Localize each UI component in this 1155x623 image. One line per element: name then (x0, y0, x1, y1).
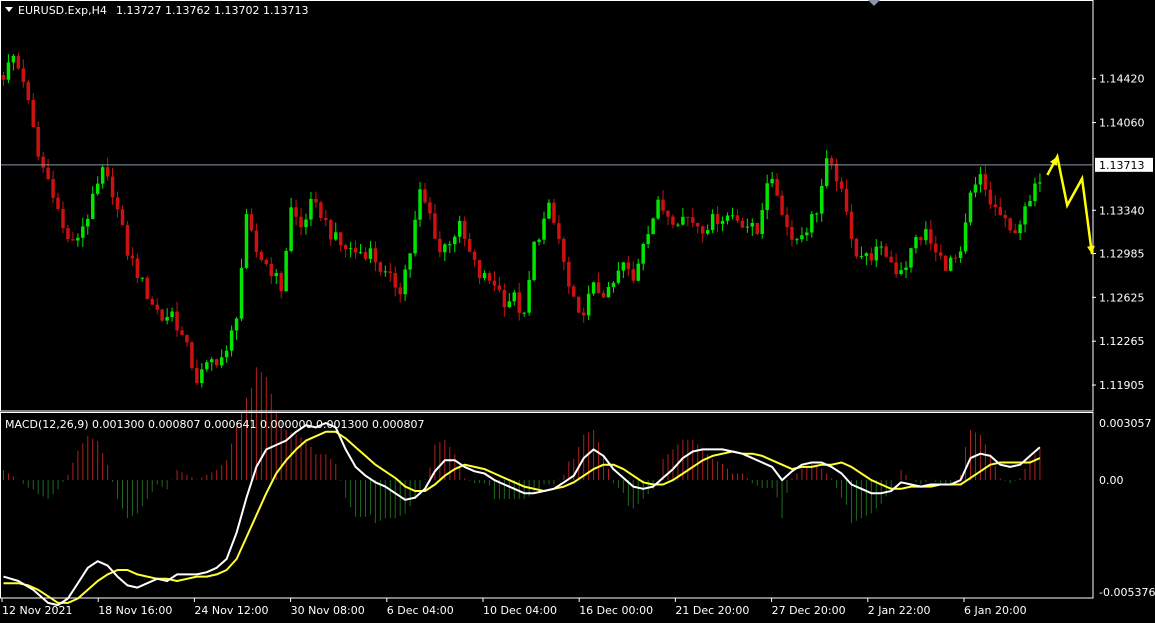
macd-label: MACD(12,26,9) 0.001300 0.000807 0.000641… (5, 418, 424, 431)
macd-tick-label: 0.00 (1099, 474, 1124, 487)
time-tick-label: 16 Dec 00:00 (579, 604, 653, 617)
macd-tick-label: -0.005376 (1099, 586, 1155, 599)
candle (284, 248, 288, 292)
price-tick-label: 1.13340 (1099, 204, 1145, 217)
candle (190, 341, 194, 371)
price-tick-label: 1.14420 (1099, 73, 1145, 86)
candle (755, 222, 759, 236)
time-tick-label: 6 Dec 04:00 (387, 604, 454, 617)
time-tick-label: 27 Dec 20:00 (772, 604, 846, 617)
candle (532, 241, 536, 282)
price-tick-label: 1.11905 (1099, 379, 1145, 392)
trading-chart: 1.14420 1.14060 1.13340 1.12985 1.12625 1.122… (0, 0, 1155, 619)
candle (160, 308, 164, 322)
time-tick-label: 24 Nov 12:00 (194, 604, 268, 617)
time-tick-label: 30 Nov 08:00 (291, 604, 365, 617)
chart-canvas: 1.14420 1.14060 1.13340 1.12985 1.12625 1.122… (0, 0, 1155, 619)
time-tick-label: 12 Nov 2021 (2, 604, 72, 617)
time-tick-label: 18 Nov 16:00 (98, 604, 172, 617)
candle (854, 237, 859, 259)
time-tick-label: 10 Dec 04:00 (483, 604, 557, 617)
candle (576, 296, 581, 314)
candle (552, 198, 556, 226)
candle (968, 190, 973, 226)
time-tick-label: 6 Jan 20:00 (964, 604, 1027, 617)
candle (651, 217, 655, 235)
macd-tick-label: 0.003057 (1099, 417, 1152, 430)
ohlc-readout: 1.13727 1.13762 1.13702 1.13713 (116, 4, 308, 17)
price-tick-label: 1.14060 (1099, 117, 1145, 130)
candle (145, 276, 150, 300)
price-tick-label: 1.12265 (1099, 335, 1145, 348)
price-tick-label: 1.12625 (1099, 291, 1145, 304)
candle (239, 258, 244, 322)
candle (36, 121, 40, 161)
current-price-label: 1.13713 (1099, 159, 1145, 172)
symbol-label: EURUSD.Exp,H4 (18, 4, 107, 17)
candle (943, 255, 948, 271)
time-tick-label: 21 Dec 20:00 (675, 604, 749, 617)
time-tick-label: 2 Jan 22:00 (868, 604, 931, 617)
candle (125, 221, 130, 261)
candle (244, 208, 249, 270)
candle (656, 196, 660, 220)
candle (26, 79, 31, 104)
price-tick-label: 1.12985 (1099, 247, 1145, 260)
